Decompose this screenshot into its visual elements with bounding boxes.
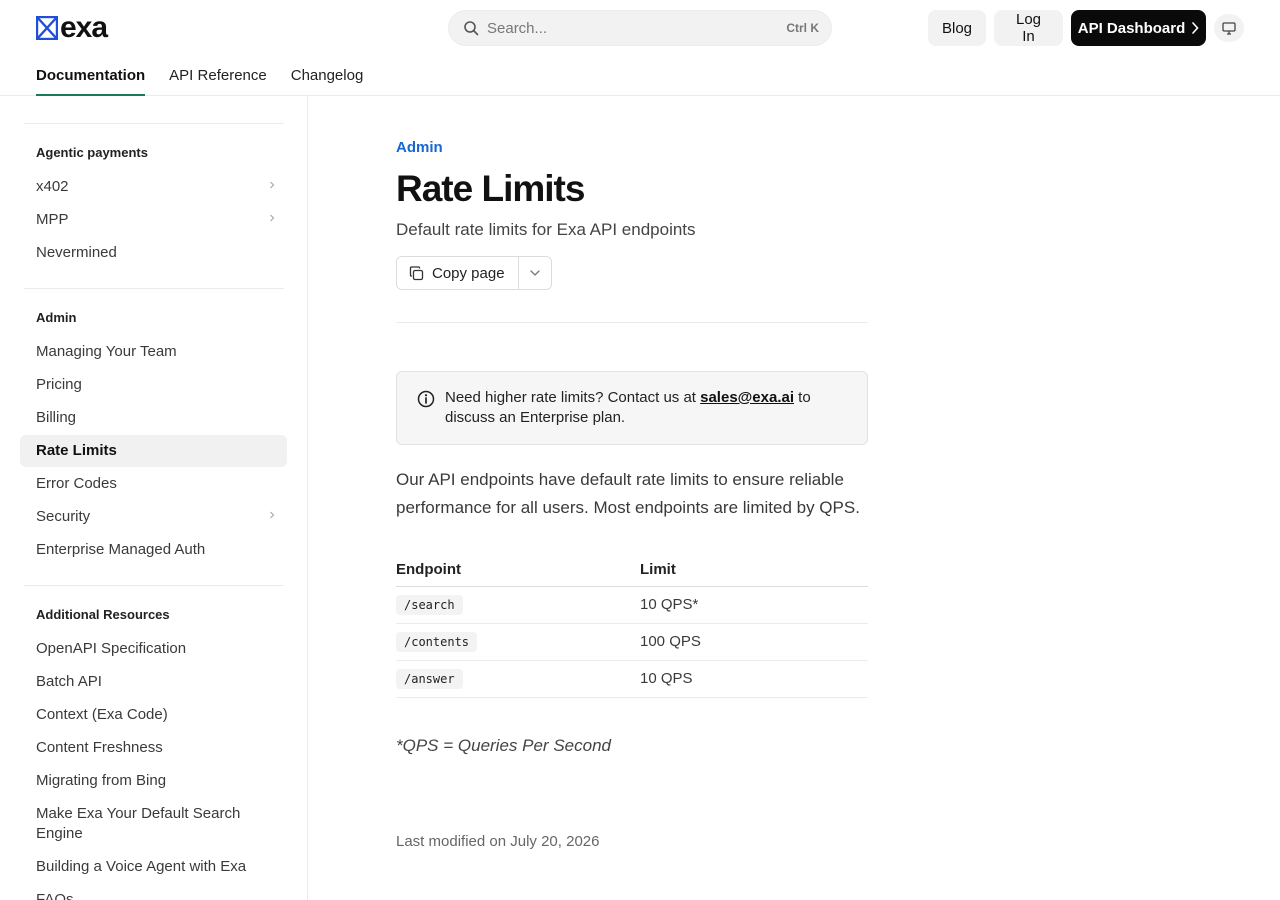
sidebar-item-mpp[interactable]: MPP [20, 204, 287, 236]
chevron-right-icon [270, 181, 275, 189]
sales-email-link[interactable]: sales@exa.ai [700, 389, 794, 406]
chevron-down-icon [530, 270, 540, 276]
theme-toggle-button[interactable] [1214, 14, 1244, 42]
chevron-right-icon [1192, 22, 1199, 34]
sidebar-item-error-codes[interactable]: Error Codes [20, 468, 287, 500]
search-shortcut: Ctrl K [786, 21, 819, 35]
callout-text-before: Need higher rate limits? Contact us at [445, 389, 701, 406]
tab-changelog[interactable]: Changelog [291, 58, 364, 96]
endpoint-code: /search [396, 595, 463, 615]
sidebar-item-label: x402 [36, 178, 69, 195]
sidebar-item-label: Make Exa Your Default Search Engine [36, 805, 241, 842]
monitor-icon [1222, 21, 1236, 35]
endpoint-cell: /search [396, 586, 640, 624]
sidebar-item-managing-your-team[interactable]: Managing Your Team [20, 336, 287, 368]
blog-button[interactable]: Blog [928, 10, 986, 46]
table-header-row: Endpoint Limit [396, 554, 868, 587]
sidebar-item-label: Billing [36, 409, 77, 426]
sidebar-item-label: Context (Exa Code) [36, 706, 168, 723]
sidebar-item-context-exa-code[interactable]: Context (Exa Code) [20, 699, 287, 731]
logo-text: exa [60, 11, 108, 44]
sidebar-item-enterprise-managed-auth[interactable]: Enterprise Managed Auth [20, 534, 287, 566]
sidebar-item-default-search-engine[interactable]: Make Exa Your Default Search Engine [20, 798, 287, 850]
sidebar-divider [24, 123, 284, 124]
sidebar-item-security[interactable]: Security [20, 501, 287, 533]
exa-logo[interactable]: exa [36, 11, 108, 44]
info-callout: Need higher rate limits? Contact us at s… [396, 371, 868, 445]
sidebar-item-nevermined[interactable]: Nevermined [20, 237, 287, 269]
sidebar-item-label: Batch API [36, 673, 102, 690]
sidebar-item-voice-agent[interactable]: Building a Voice Agent with Exa [20, 851, 287, 883]
search-icon [464, 21, 479, 36]
endpoint-code: /contents [396, 632, 478, 652]
search-input[interactable] [487, 19, 787, 37]
sidebar-item-label: Enterprise Managed Auth [36, 541, 206, 558]
sidebar-item-migrating-from-bing[interactable]: Migrating from Bing [20, 765, 287, 797]
limit-cell: 10 QPS [640, 660, 868, 698]
sidebar-heading-additional-resources: Additional Resources [36, 607, 170, 622]
copy-icon [409, 265, 424, 280]
sidebar-item-label: MPP [36, 211, 69, 228]
column-header-endpoint: Endpoint [396, 554, 640, 587]
exa-logo-mark-icon [36, 16, 58, 40]
sidebar-item-billing[interactable]: Billing [20, 402, 287, 434]
tab-api-reference[interactable]: API Reference [169, 58, 267, 96]
qps-footnote: *QPS = Queries Per Second [396, 736, 611, 755]
sidebar-item-label: Content Freshness [36, 739, 163, 756]
sidebar-item-label: Pricing [36, 376, 82, 393]
sidebar-item-label: FAQs [36, 891, 74, 900]
rate-limits-table: Endpoint Limit /search 10 QPS* /contents… [396, 554, 868, 698]
copy-options-button[interactable] [519, 257, 551, 289]
section-eyebrow[interactable]: Admin [396, 139, 443, 156]
column-header-limit: Limit [640, 554, 868, 587]
page-title: Rate Limits [396, 168, 585, 209]
sidebar-heading-agentic-payments: Agentic payments [36, 145, 148, 160]
sidebar-divider [24, 288, 284, 289]
intro-paragraph: Our API endpoints have default rate limi… [396, 470, 860, 517]
sidebar-item-label: Rate Limits [36, 442, 117, 459]
sidebar-item-label: Managing Your Team [36, 343, 177, 360]
sidebar-item-label: Migrating from Bing [36, 772, 167, 789]
copy-page-label: Copy page [432, 264, 505, 282]
sidebar-item-label: Security [36, 508, 91, 525]
sidebar-item-label: OpenAPI Specification [36, 640, 187, 657]
sidebar-divider [24, 585, 284, 586]
endpoint-code: /answer [396, 669, 463, 689]
sidebar-item-content-freshness[interactable]: Content Freshness [20, 732, 287, 764]
sidebar-item-faqs[interactable]: FAQs [20, 884, 287, 900]
endpoint-cell: /answer [396, 660, 640, 698]
sidebar-item-x402[interactable]: x402 [20, 171, 287, 203]
table-row: /search 10 QPS* [396, 586, 868, 624]
last-modified: Last modified on July 20, 2026 [396, 833, 600, 850]
content-divider [396, 322, 868, 323]
limit-cell: 100 QPS [640, 623, 868, 661]
top-navbar: exa Ctrl K Blog Log In API Dashboard Doc… [0, 0, 1280, 96]
endpoint-cell: /contents [396, 623, 640, 661]
sidebar-item-rate-limits[interactable]: Rate Limits [20, 435, 287, 467]
chevron-right-icon [270, 214, 275, 222]
info-icon [417, 390, 435, 408]
sidebar-item-label: Nevermined [36, 244, 117, 261]
sidebar-item-batch-api[interactable]: Batch API [20, 666, 287, 698]
limit-cell: 10 QPS* [640, 586, 868, 624]
chevron-right-icon [270, 511, 275, 519]
sidebar-heading-admin: Admin [36, 310, 77, 325]
sidebar-item-pricing[interactable]: Pricing [20, 369, 287, 401]
search-bar[interactable]: Ctrl K [448, 10, 832, 46]
page-subtitle: Default rate limits for Exa API endpoint… [396, 220, 696, 239]
sidebar-item-label: Building a Voice Agent with Exa [36, 858, 247, 875]
table-row: /contents 100 QPS [396, 623, 868, 661]
sidebar: Agentic payments x402 MPP Nevermined Adm… [0, 96, 308, 900]
copy-page-button[interactable]: Copy page [397, 257, 519, 289]
primary-tabs: Documentation API Reference Changelog [36, 58, 363, 96]
sidebar-item-openapi-specification[interactable]: OpenAPI Specification [20, 633, 287, 665]
login-button[interactable]: Log In [994, 10, 1063, 46]
copy-page-group: Copy page [396, 256, 552, 290]
api-dashboard-button[interactable]: API Dashboard [1071, 10, 1206, 46]
table-row: /answer 10 QPS [396, 660, 868, 698]
sidebar-item-label: Error Codes [36, 475, 117, 492]
tab-documentation[interactable]: Documentation [36, 58, 146, 96]
api-dashboard-label: API Dashboard [1077, 19, 1186, 37]
